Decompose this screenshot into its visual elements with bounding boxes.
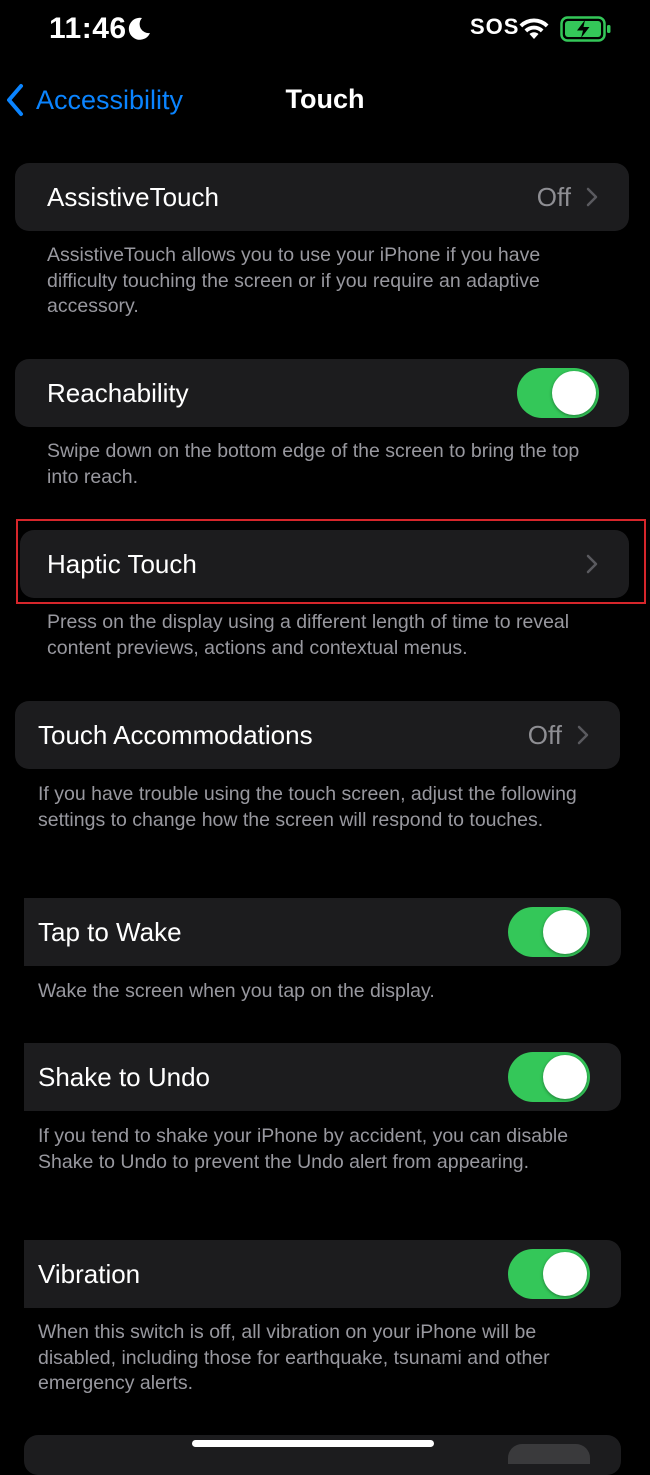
haptic-touch-footer: Press on the display using a different l…	[47, 611, 570, 659]
wifi-icon	[519, 18, 549, 39]
toggle-knob	[543, 910, 587, 954]
assistivetouch-value: Off	[536, 181, 571, 212]
shake-to-undo-footer: If you tend to shake your iPhone by acci…	[38, 1125, 569, 1173]
assistivetouch-footer: AssistiveTouch allows you to use your iP…	[47, 244, 541, 317]
toggle-knob	[552, 371, 596, 415]
toggle-knob	[543, 1252, 587, 1296]
assistivetouch-row[interactable]: AssistiveTouch Off	[15, 163, 629, 231]
touch-accommodations-accessory: Off	[528, 701, 590, 769]
home-indicator	[192, 1440, 434, 1447]
vibration-toggle[interactable]	[508, 1249, 590, 1299]
page-title: Touch	[285, 84, 365, 114]
touch-accommodations-row[interactable]: Touch Accommodations Off	[15, 701, 620, 769]
reachability-toggle[interactable]	[517, 368, 599, 418]
tap-to-wake-toggle[interactable]	[508, 907, 590, 957]
shake-to-undo-label: Shake to Undo	[38, 1061, 211, 1092]
reachability-label: Reachability	[47, 377, 189, 408]
tap-to-wake-footer: Wake the screen when you tap on the disp…	[38, 980, 435, 1002]
vibration-label: Vibration	[38, 1258, 141, 1289]
moon-icon	[128, 17, 150, 40]
tap-to-wake-label: Tap to Wake	[38, 916, 182, 947]
shake-to-undo-toggle[interactable]	[508, 1052, 590, 1102]
carrier-sos: SOS	[470, 14, 520, 39]
touch-accommodations-label: Touch Accommodations	[38, 719, 313, 750]
highlight-box	[16, 519, 646, 604]
toggle-knob	[543, 1055, 587, 1099]
next-row-toggle-partial	[508, 1444, 590, 1464]
status-bar: 11:46 SOS	[0, 0, 650, 60]
chevron-right-icon	[586, 187, 598, 207]
assistivetouch-accessory: Off	[537, 163, 599, 231]
touch-accommodations-footer: If you have trouble using the touch scre…	[38, 783, 577, 831]
navigation-bar: Accessibility Touch	[0, 78, 650, 122]
battery-charging-icon	[560, 16, 611, 42]
assistivetouch-label: AssistiveTouch	[47, 181, 219, 212]
touch-accommodations-value: Off	[527, 719, 562, 750]
status-time: 11:46	[49, 12, 127, 45]
chevron-right-icon	[577, 725, 589, 745]
reachability-footer: Swipe down on the bottom edge of the scr…	[47, 440, 580, 488]
vibration-footer: When this switch is off, all vibration o…	[38, 1321, 550, 1394]
